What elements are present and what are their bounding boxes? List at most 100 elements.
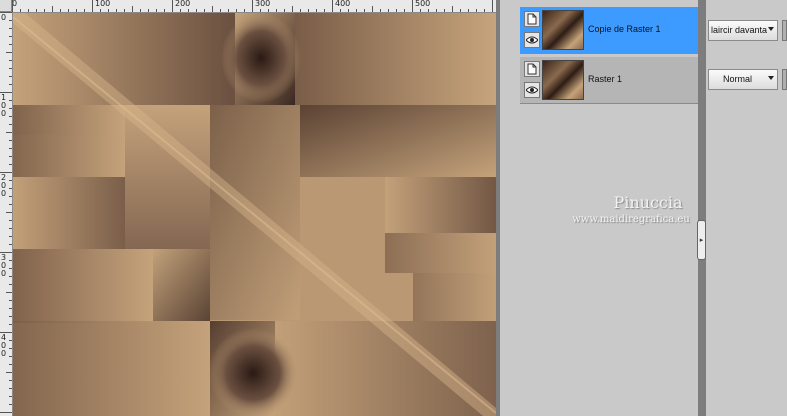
ruler-tick: [108, 9, 109, 12]
ruler-tick: [9, 60, 12, 61]
ruler-tick: [164, 9, 165, 12]
blend-mode-value: laircir davanta­: [711, 25, 768, 35]
ruler-tick: [76, 9, 77, 12]
ruler-tick: [60, 9, 61, 12]
ruler-label: 100: [1, 93, 7, 118]
raster-page-icon[interactable]: [524, 61, 540, 77]
ruler-tick: [492, 0, 493, 12]
ruler-tick: [124, 9, 125, 12]
ruler-tick: [420, 9, 421, 12]
blend-mode-select[interactable]: laircir davanta­: [708, 20, 778, 41]
ruler-tick: [140, 9, 141, 12]
ruler-tick: [116, 9, 117, 12]
layer-lock-toggle[interactable]: [782, 20, 787, 41]
chevron-down-icon: [768, 76, 774, 80]
ruler-label: 300: [1, 253, 7, 278]
ruler-tick: [9, 36, 12, 37]
ruler-top[interactable]: 0 100 200 300 400 500: [12, 0, 500, 13]
ruler-tick: [428, 9, 429, 12]
ruler-tick: [9, 44, 12, 45]
ruler-tick: [0, 332, 12, 333]
ruler-tick: [100, 9, 101, 12]
ruler-tick: [476, 9, 477, 12]
ruler-tick: [0, 252, 12, 253]
watermark-url: www.maidiregrafica.eu: [572, 214, 690, 225]
eye-icon[interactable]: [524, 32, 540, 48]
ruler-tick: [9, 244, 12, 245]
ruler-tick: [268, 9, 269, 12]
ruler-tick: [468, 9, 469, 12]
ruler-tick: [452, 6, 453, 12]
ruler-tick: [9, 236, 12, 237]
layer-thumbnail: [542, 10, 584, 50]
ruler-tick: [9, 228, 12, 229]
ruler-tick: [356, 9, 357, 12]
eye-icon[interactable]: [524, 82, 540, 98]
chevron-right-icon[interactable]: ▸: [697, 220, 706, 260]
ruler-tick: [132, 6, 133, 12]
ruler-tick: [148, 9, 149, 12]
layer-name: Copie de Raster 1: [588, 24, 661, 34]
ruler-tick: [9, 28, 12, 29]
ruler-tick: [460, 9, 461, 12]
ruler-tick: [228, 9, 229, 12]
ruler-tick: [412, 0, 413, 12]
ruler-tick: [9, 108, 12, 109]
ruler-left[interactable]: 0 100 200 300 400: [0, 12, 13, 416]
ruler-label: 200: [1, 173, 7, 198]
ruler-tick: [9, 116, 12, 117]
blend-mode-column: laircir davanta­ Normal: [706, 0, 787, 416]
layer-row-copie-de-raster-1[interactable]: Copie de Raster 1: [520, 7, 699, 54]
ruler-tick: [0, 412, 12, 413]
ruler-tick: [180, 9, 181, 12]
ruler-tick: [9, 284, 12, 285]
ruler-tick: [0, 12, 12, 13]
ruler-tick: [300, 9, 301, 12]
ruler-tick: [9, 156, 12, 157]
ruler-tick: [9, 20, 12, 21]
ruler-tick: [348, 9, 349, 12]
ruler-tick: [324, 9, 325, 12]
ruler-tick: [9, 316, 12, 317]
ruler-tick: [388, 9, 389, 12]
ruler-tick: [220, 9, 221, 12]
ruler-label: 500: [415, 0, 431, 8]
ruler-tick: [9, 196, 12, 197]
ruler-tick: [372, 6, 373, 12]
ruler-tick: [6, 292, 12, 293]
ruler-tick: [9, 68, 12, 69]
ruler-tick: [84, 9, 85, 12]
layer-lock-toggle[interactable]: [782, 69, 787, 90]
ruler-tick: [9, 84, 12, 85]
ruler-tick: [6, 212, 12, 213]
ruler-tick: [9, 300, 12, 301]
ruler-tick: [9, 180, 12, 181]
ruler-tick: [0, 92, 12, 93]
ruler-corner: [0, 0, 12, 12]
ruler-tick: [28, 9, 29, 12]
raster-page-icon[interactable]: [524, 11, 540, 27]
image-canvas[interactable]: [13, 13, 496, 416]
ruler-tick: [0, 172, 12, 173]
ruler-tick: [236, 9, 237, 12]
ruler-label: 400: [1, 333, 7, 358]
ruler-tick: [172, 0, 173, 12]
ruler-tick: [244, 9, 245, 12]
ruler-tick: [9, 324, 12, 325]
ruler-tick: [284, 9, 285, 12]
ruler-tick: [380, 9, 381, 12]
ruler-tick: [436, 9, 437, 12]
ruler-tick: [9, 260, 12, 261]
layer-row-raster-1[interactable]: Raster 1: [520, 57, 699, 104]
ruler-tick: [9, 100, 12, 101]
ruler-tick: [276, 9, 277, 12]
ruler-tick: [404, 9, 405, 12]
ruler-label: 400: [335, 0, 351, 8]
ruler-tick: [52, 6, 53, 12]
panel-splitter[interactable]: [698, 0, 706, 416]
blend-mode-select[interactable]: Normal: [708, 69, 778, 90]
ruler-tick: [9, 276, 12, 277]
ruler-tick: [9, 220, 12, 221]
ruler-tick: [9, 124, 12, 125]
ruler-tick: [9, 380, 12, 381]
